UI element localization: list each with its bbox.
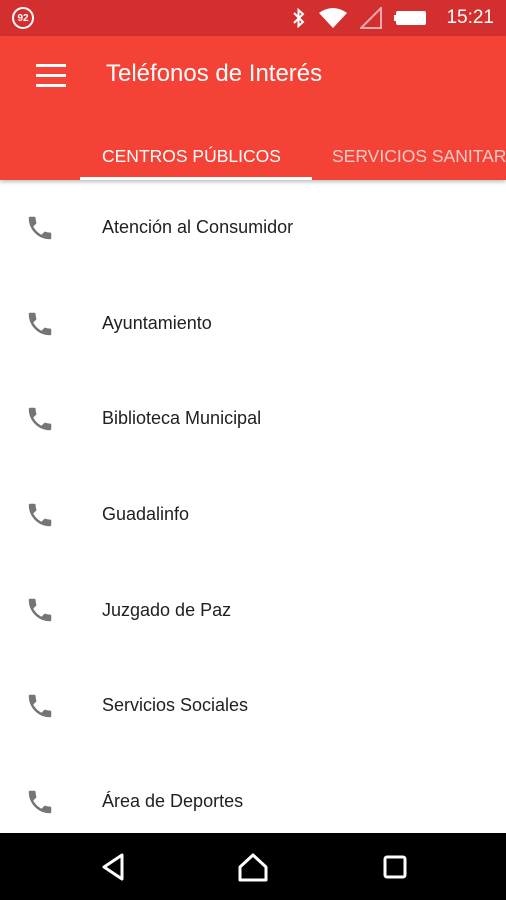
list-item-label: Área de Deportes bbox=[102, 790, 244, 811]
phone-icon bbox=[28, 216, 52, 240]
bluetooth-icon bbox=[293, 8, 305, 28]
list-item-label: Biblioteca Municipal bbox=[102, 408, 262, 429]
tab-centros-publicos[interactable]: CENTROS PÚBLICOS bbox=[102, 132, 281, 180]
notification-badge: 92 bbox=[12, 7, 34, 29]
back-icon[interactable] bbox=[96, 850, 130, 884]
list-item[interactable]: Juzgado de Paz bbox=[0, 562, 506, 658]
tab-bar: CENTROS PÚBLICOS SERVICIOS SANITARIOS bbox=[0, 132, 506, 180]
signal-icon bbox=[360, 7, 383, 29]
list-item-label: Servicios Sociales bbox=[102, 695, 249, 716]
phone-icon bbox=[28, 599, 52, 622]
hamburger-menu-icon[interactable] bbox=[36, 64, 66, 88]
list-item-label: Atención al Consumidor bbox=[102, 217, 294, 238]
home-icon[interactable] bbox=[236, 850, 270, 884]
status-icons: 15:21 bbox=[292, 0, 494, 36]
list-item-label: Ayuntamiento bbox=[102, 312, 212, 333]
system-nav-bar bbox=[0, 833, 506, 900]
wifi-icon bbox=[319, 8, 348, 28]
tab-servicios-sanitarios[interactable]: SERVICIOS SANITARIOS bbox=[332, 132, 506, 180]
phone-icon bbox=[28, 790, 52, 813]
list-item[interactable]: Guadalinfo bbox=[0, 467, 506, 563]
battery-icon bbox=[394, 11, 427, 25]
recents-icon[interactable] bbox=[378, 850, 412, 884]
list-item[interactable]: Ayuntamiento bbox=[0, 276, 506, 372]
list-item-label: Juzgado de Paz bbox=[102, 599, 232, 620]
list-item[interactable]: Área de Deportes bbox=[0, 754, 506, 833]
contacts-list: Atención al Consumidor Ayuntamiento Bibl… bbox=[0, 180, 506, 833]
list-item-label: Guadalinfo bbox=[102, 504, 190, 525]
phone-icon bbox=[28, 312, 52, 335]
list-item[interactable]: Atención al Consumidor bbox=[0, 180, 506, 276]
list-item[interactable]: Servicios Sociales bbox=[0, 658, 506, 754]
list-item[interactable]: Biblioteca Municipal bbox=[0, 371, 506, 467]
status-time: 15:21 bbox=[446, 7, 494, 28]
phone-icon bbox=[28, 694, 52, 718]
status-bar: 92 15:21 bbox=[0, 0, 506, 36]
app-toolbar: Teléfonos de Interés CENTROS PÚBLICOS SE… bbox=[0, 36, 506, 180]
page-title: Teléfonos de Interés bbox=[106, 60, 323, 87]
status-left: 92 bbox=[12, 7, 34, 29]
phone-icon bbox=[28, 503, 52, 527]
phone-icon bbox=[28, 407, 52, 431]
